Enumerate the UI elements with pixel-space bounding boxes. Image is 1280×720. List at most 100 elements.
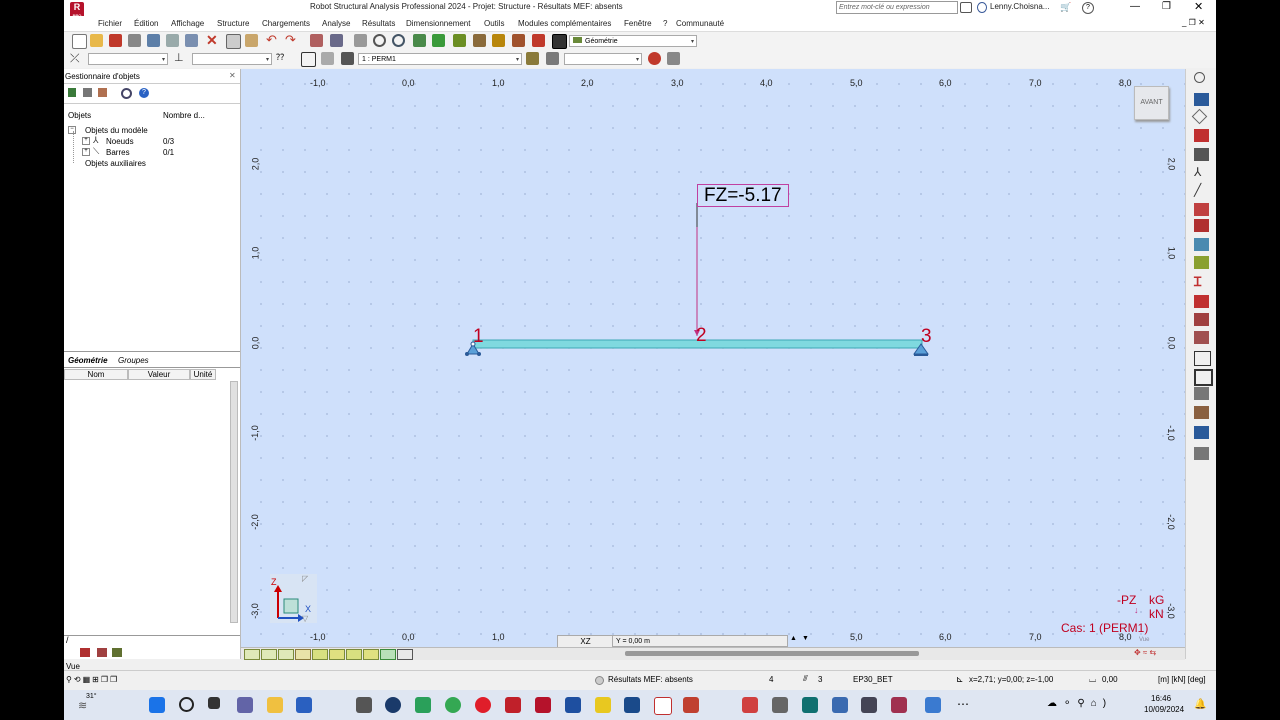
child-restore-button[interactable]: _ ❐ ✕ xyxy=(1182,18,1205,27)
stack-icon[interactable] xyxy=(1194,447,1209,460)
notification-icon[interactable]: 🔔 xyxy=(1194,699,1206,710)
offset-icon[interactable] xyxy=(1194,295,1209,308)
cursor-tools-icon[interactable]: ✥ ≈ ⇆ xyxy=(1134,648,1156,657)
status-units[interactable]: [m] [kN] [deg] xyxy=(1158,675,1206,684)
display-sections-icon[interactable] xyxy=(278,649,294,660)
binoculars-icon[interactable] xyxy=(960,2,972,13)
node-selection-icon[interactable]: ⊥ xyxy=(174,52,187,65)
edit-icon[interactable]: / xyxy=(66,635,69,645)
menu-fichier[interactable]: Fichier xyxy=(98,19,122,28)
tool-app-icon[interactable] xyxy=(861,697,877,713)
shape-icon[interactable] xyxy=(1191,108,1208,125)
cable-icon[interactable] xyxy=(1194,351,1211,366)
y-down-arrow-icon[interactable]: ▼ xyxy=(802,635,809,642)
capture-app-icon[interactable] xyxy=(891,697,907,713)
mail-icon[interactable] xyxy=(296,697,312,713)
print-icon[interactable] xyxy=(128,34,141,47)
display-supports-icon[interactable] xyxy=(295,649,311,660)
table-icon[interactable] xyxy=(310,34,323,47)
tree-bars-label[interactable]: Barres xyxy=(106,148,130,157)
zoom-icon[interactable] xyxy=(373,34,386,47)
maximize-button[interactable]: ❐ xyxy=(1162,1,1171,12)
canvas-hscroll-thumb[interactable] xyxy=(625,651,919,656)
display-offsets-icon[interactable] xyxy=(363,649,379,660)
frame-icon[interactable] xyxy=(1194,406,1209,419)
minimize-button[interactable]: — xyxy=(1130,1,1140,12)
zoom-all-icon[interactable] xyxy=(392,34,405,47)
materials-icon[interactable] xyxy=(1194,129,1209,142)
load-cases-icon[interactable] xyxy=(341,52,354,65)
load-case-combo[interactable]: 1 : PERM1 ▾ xyxy=(358,53,522,65)
object-manager-close-icon[interactable]: ✕ xyxy=(229,71,236,80)
calculator-icon[interactable] xyxy=(330,34,343,47)
filter-tool-icon[interactable] xyxy=(68,88,76,97)
display-icon[interactable] xyxy=(552,34,567,49)
tray-icons[interactable]: ☁⚬⚲⌂) xyxy=(1047,698,1112,709)
screen-capture-icon[interactable] xyxy=(185,34,198,47)
save-icon[interactable] xyxy=(109,34,122,47)
menu-communaute[interactable]: Communauté xyxy=(676,19,724,28)
terminal-icon[interactable] xyxy=(802,697,818,713)
info-icon[interactable]: ? xyxy=(139,88,149,98)
menu-chargements[interactable]: Chargements xyxy=(262,19,310,28)
menu-edition[interactable]: Édition xyxy=(134,19,158,28)
load-label[interactable]: FZ=-5.17 xyxy=(697,184,789,207)
clock-date[interactable]: 10/09/2024 xyxy=(1144,705,1184,714)
load-icon[interactable] xyxy=(512,34,525,47)
view-combo[interactable]: Géométrie ▾ xyxy=(569,35,697,47)
find-icon[interactable] xyxy=(121,88,132,99)
cart-icon[interactable]: 🛒 xyxy=(1060,2,1071,13)
section-tool-icon[interactable] xyxy=(1194,203,1209,216)
more-apps-icon[interactable]: ⋯ xyxy=(957,697,969,711)
load-table-icon[interactable] xyxy=(1194,256,1209,269)
paste-icon[interactable] xyxy=(245,34,258,47)
bar-selection-combo[interactable]: ▾ xyxy=(192,53,272,65)
tab-geometrie[interactable]: Géométrie xyxy=(68,356,108,365)
weather-icon[interactable]: ≋ xyxy=(78,699,87,712)
close-button[interactable]: ✕ xyxy=(1194,0,1203,13)
new-file-icon[interactable] xyxy=(72,34,87,49)
grid-icon[interactable] xyxy=(1194,369,1213,386)
menu-affichage[interactable]: Affichage xyxy=(171,19,204,28)
i-beam-icon[interactable]: Ɪ xyxy=(1194,275,1209,289)
pdf-icon[interactable] xyxy=(654,697,672,715)
results-icon[interactable] xyxy=(648,52,661,65)
node-icon[interactable] xyxy=(432,34,445,47)
bars-tool-icon[interactable]: ⅄ xyxy=(1194,166,1209,179)
help-icon[interactable]: ? xyxy=(1082,2,1094,14)
display-bar-numbers-icon[interactable] xyxy=(261,649,277,660)
nodes-tool-icon[interactable] xyxy=(1194,148,1209,161)
zoom-window-icon[interactable] xyxy=(166,34,179,47)
mode-combo[interactable]: ▾ xyxy=(564,53,642,65)
display-loads-icon[interactable] xyxy=(312,649,328,660)
menu-modules[interactable]: Modules complémentaires xyxy=(518,19,611,28)
open-file-icon[interactable] xyxy=(90,34,103,47)
file-explorer-icon[interactable] xyxy=(267,697,283,713)
view-3d-icon[interactable] xyxy=(301,52,316,67)
tree-expand-icon[interactable]: + xyxy=(82,148,90,156)
support-icon[interactable] xyxy=(473,34,486,47)
line-icon[interactable]: ╱ xyxy=(1194,184,1209,197)
bar-icon[interactable] xyxy=(453,34,466,47)
status-tools-icons[interactable]: ⚲⟲▦⊞❐❐ xyxy=(66,675,119,684)
y-coordinate-field[interactable]: Y = 0,00 m xyxy=(612,635,788,647)
word-icon[interactable] xyxy=(595,697,611,713)
menu-dimensionnement[interactable]: Dimensionnement xyxy=(406,19,470,28)
props-scrollbar[interactable] xyxy=(230,381,238,623)
selection-tool-icon[interactable] xyxy=(83,88,92,97)
presentation-icon[interactable] xyxy=(683,697,699,713)
load-tool-icon[interactable] xyxy=(1194,238,1209,251)
animation-icon[interactable] xyxy=(667,52,680,65)
load-case-prev-icon[interactable] xyxy=(546,52,559,65)
user-name[interactable]: Lenny.Choisna... xyxy=(990,2,1049,11)
menu-fenetre[interactable]: Fenêtre xyxy=(624,19,652,28)
tab-groupes[interactable]: Groupes xyxy=(118,356,149,365)
display-shapes-icon[interactable] xyxy=(346,649,362,660)
search-box[interactable]: Entrez mot-clé ou expression xyxy=(836,1,958,14)
structure-view-icon[interactable] xyxy=(321,52,334,65)
copy-icon[interactable] xyxy=(226,34,241,49)
chrome-icon[interactable] xyxy=(445,697,461,713)
filter-icon[interactable]: ⁇ xyxy=(276,52,289,65)
gizmo-up-arrow-icon[interactable]: ◸ xyxy=(302,574,308,583)
load-case-next-icon[interactable] xyxy=(526,52,539,65)
